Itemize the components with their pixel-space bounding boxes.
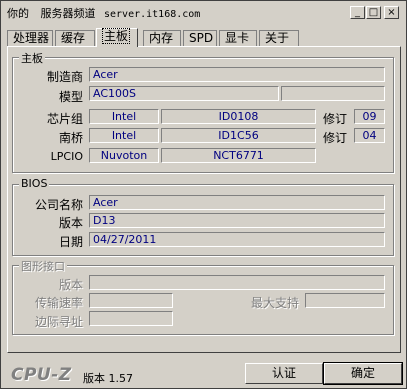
bios-brand-label: 公司名称 [34,198,83,212]
bios-version-label: 版本 [58,216,83,230]
southbridge-rev-field: 04 [354,128,385,143]
bios-version-field: D13 [89,213,385,228]
tab-spd[interactable]: SPD [183,30,217,46]
title-bar[interactable]: 你的 服务器频道 server.it168.com _ □ × [3,3,404,22]
gi-side-band-field [89,311,173,326]
version-label: 版本 1.57 [83,372,133,385]
cpuz-window: 你的 服务器频道 server.it168.com _ □ × 处理器 缓存 主… [0,0,407,389]
chipset-rev-field: 09 [354,109,385,124]
southbridge-label: 南桥 [58,131,83,145]
maximize-button[interactable]: □ [366,6,381,19]
southbridge-vendor-field: Intel [89,128,159,143]
chipset-rev-label: 修订 [322,112,347,126]
minimize-button[interactable]: _ [350,6,365,19]
tab-memory[interactable]: 内存 [143,30,181,46]
manufacturer-label: 制造商 [46,70,83,84]
chipset-vendor-field: Intel [89,109,159,124]
lpcio-vendor-field: Nuvoton [89,148,159,163]
tab-cpu[interactable]: 处理器 [7,30,53,46]
bios-date-field: 04/27/2011 [89,232,385,247]
model-field: AC100S [89,86,279,101]
tab-graphics[interactable]: 显卡 [219,30,257,46]
southbridge-rev-label: 修订 [322,131,347,145]
bios-group-title: BIOS [19,177,50,190]
tab-about[interactable]: 关于 [259,30,299,46]
gi-version-label: 版本 [58,278,83,292]
gi-link-width-field [89,293,173,308]
cpuz-logo: CPU-Z [11,365,72,385]
chipset-label: 芯片组 [46,112,83,126]
validate-button[interactable]: 认证 [245,363,323,384]
bios-date-label: 日期 [58,235,83,249]
window-title: 你的 服务器频道 server.it168.com [7,5,200,21]
lpcio-model-field: NCT6771 [161,148,316,163]
chipset-id-field: ID0108 [161,109,316,124]
model-extra-field [281,86,385,101]
title-url: server.it168.com [104,9,201,20]
ok-button[interactable]: 确定 [323,362,403,385]
gi-link-width-label: 传输速率 [34,296,83,310]
close-button[interactable]: × [384,6,399,19]
gi-max-supported-field [305,293,385,308]
bios-brand-field: Acer [89,195,385,210]
mainboard-group-title: 主板 [19,50,45,66]
gi-side-band-label: 边际寻址 [34,315,83,329]
tab-mainboard[interactable]: 主板 [96,28,138,47]
graphic-interface-group-title: 图形接口 [19,258,67,274]
model-label: 模型 [58,90,83,104]
title-prefix: 你的 [7,7,29,20]
gi-version-field [89,275,385,290]
manufacturer-field: Acer [89,67,385,82]
gi-max-supported-label: 最大支持 [250,296,299,310]
title-site: 服务器频道 [40,7,96,20]
tab-caches[interactable]: 缓存 [55,30,95,46]
lpcio-label: LPCIO [50,150,83,163]
southbridge-id-field: ID1C56 [161,128,316,143]
